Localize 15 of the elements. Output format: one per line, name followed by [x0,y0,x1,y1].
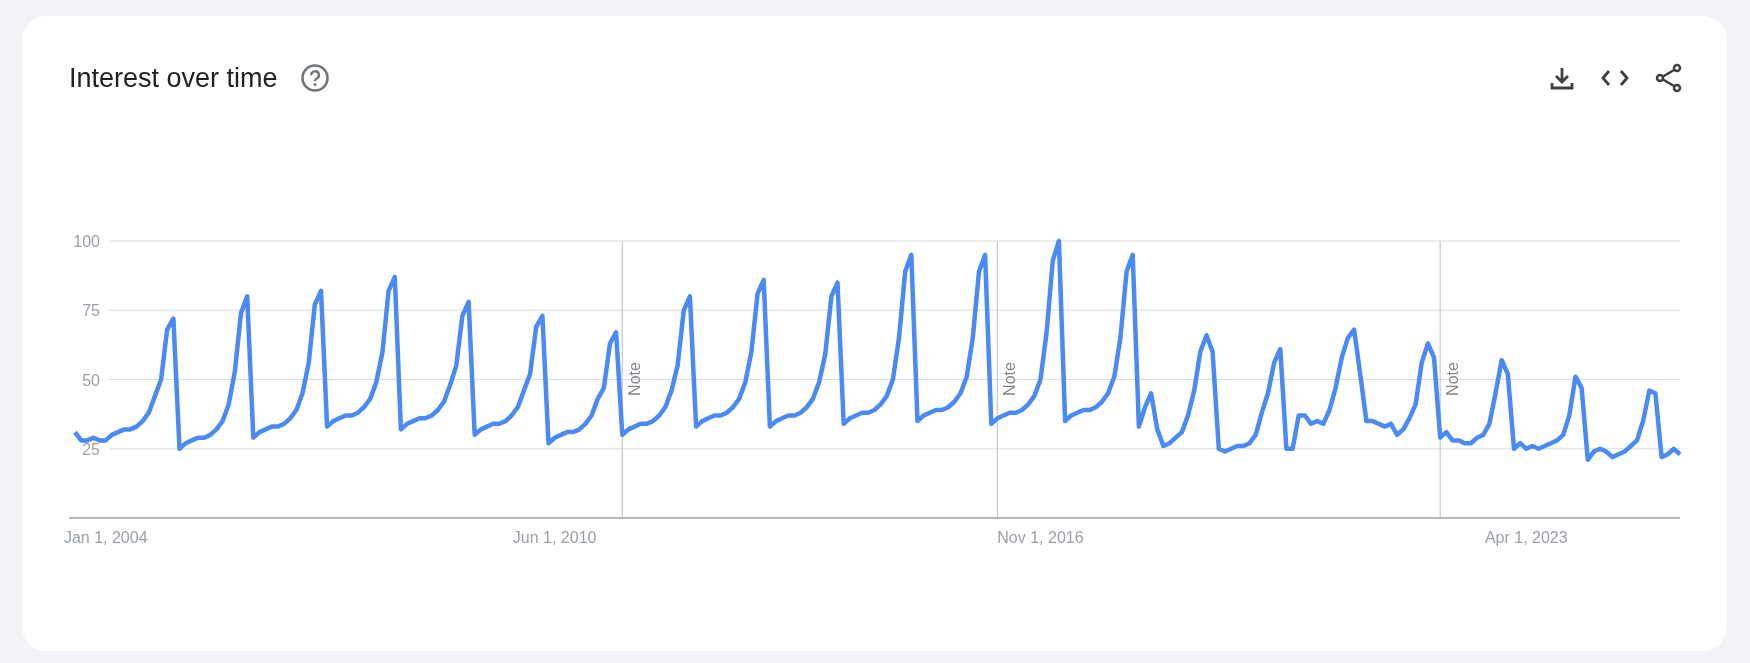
x-axis-label: Apr 1, 2023 [1484,529,1568,546]
note-label[interactable]: Note [1001,362,1019,396]
note-label[interactable]: Note [1444,362,1462,396]
x-axis-label: Jan 1, 2004 [63,529,148,546]
y-axis-label: 75 [82,302,100,320]
x-axis-label: Jun 1, 2010 [512,529,597,546]
y-axis-label: 50 [82,371,100,389]
note-label[interactable]: Note [626,362,644,396]
download-icon[interactable] [1549,65,1575,91]
x-axis-label: Nov 1, 2016 [997,529,1084,546]
card-title: Interest over time [69,62,278,94]
share-icon[interactable] [1655,63,1683,93]
y-axis-label: 25 [82,440,100,458]
y-axis-label: 100 [73,233,100,250]
help-icon[interactable] [299,63,330,93]
